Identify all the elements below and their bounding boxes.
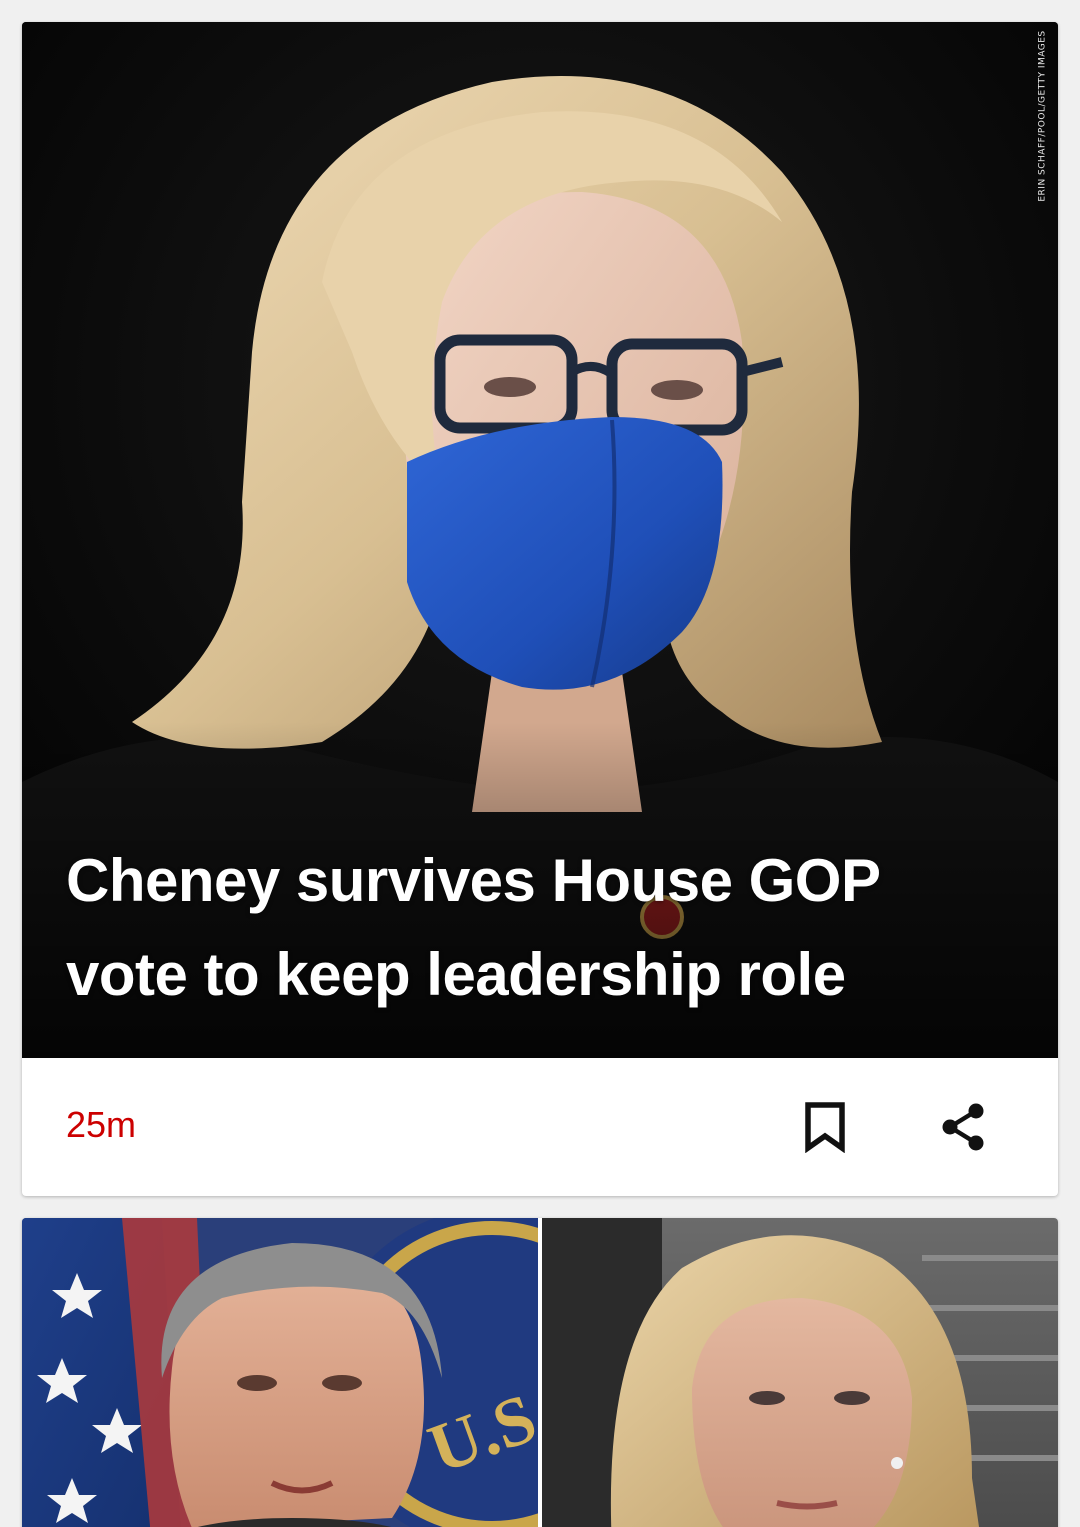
story-hero-image[interactable]: ERIN SCHAFF/POOL/GETTY IMAGES Cheney sur… xyxy=(22,22,1058,1058)
share-button[interactable] xyxy=(928,1092,998,1162)
news-feed: ERIN SCHAFF/POOL/GETTY IMAGES Cheney sur… xyxy=(0,0,1080,1527)
story-image-right xyxy=(542,1218,1058,1527)
story-card-next[interactable]: U.S. xyxy=(22,1218,1058,1527)
bookmark-button[interactable] xyxy=(790,1092,860,1162)
bookmark-icon xyxy=(805,1102,845,1153)
story-footer: 25m xyxy=(22,1058,1058,1196)
photo-credit: ERIN SCHAFF/POOL/GETTY IMAGES xyxy=(1038,30,1049,202)
story-image-left: U.S. xyxy=(22,1218,538,1527)
story-card-top[interactable]: ERIN SCHAFF/POOL/GETTY IMAGES Cheney sur… xyxy=(22,22,1058,1196)
story-image-split[interactable]: U.S. xyxy=(22,1218,1058,1527)
photo-woman-blonde xyxy=(542,1218,1058,1527)
story-headline[interactable]: Cheney survives House GOP vote to keep l… xyxy=(66,834,1014,1022)
photo-man-gray-hair-flag: U.S. xyxy=(22,1218,538,1527)
story-timestamp: 25m xyxy=(66,1104,137,1145)
share-icon xyxy=(942,1103,984,1151)
